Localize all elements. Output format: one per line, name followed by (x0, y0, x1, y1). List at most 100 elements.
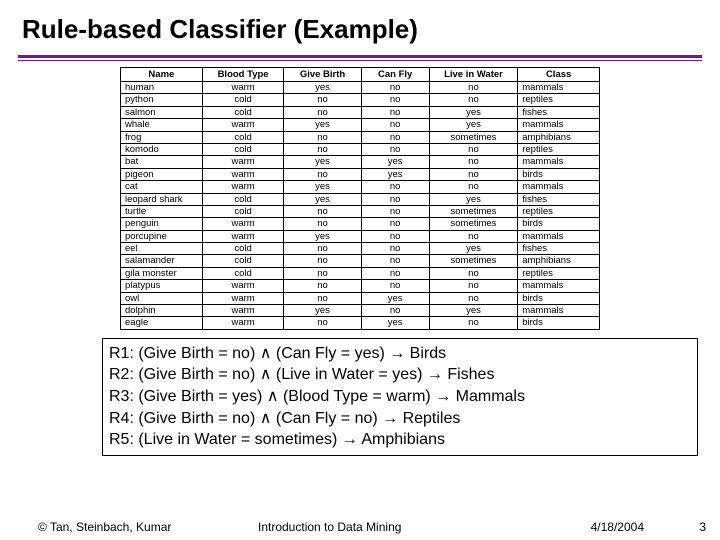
table-cell: cold (202, 143, 284, 155)
table-row: turtlecoldnonosometimesreptiles (121, 205, 600, 217)
table-cell: no (361, 193, 429, 205)
table-cell: human (121, 82, 203, 94)
table-cell: warm (202, 119, 284, 131)
table-cell: cold (202, 106, 284, 118)
data-table-container: NameBlood TypeGive BirthCan FlyLive in W… (120, 67, 600, 330)
table-row: owlwarmnoyesnobirds (121, 292, 600, 304)
table-cell: reptiles (518, 143, 600, 155)
table-cell: no (361, 82, 429, 94)
table-row: whalewarmyesnoyesmammals (121, 119, 600, 131)
table-cell: yes (429, 119, 518, 131)
table-cell: yes (284, 181, 361, 193)
rule-line: R4: (Give Birth = no) ∧ (Can Fly = no) →… (109, 408, 691, 430)
table-cell: no (429, 230, 518, 242)
table-row: frogcoldnonosometimesamphibians (121, 131, 600, 143)
table-cell: mammals (518, 280, 600, 292)
table-cell: amphibians (518, 131, 600, 143)
table-cell: no (429, 94, 518, 106)
table-cell: no (361, 280, 429, 292)
table-cell: sometimes (429, 218, 518, 230)
table-row: catwarmyesnonomammals (121, 181, 600, 193)
table-cell: warm (202, 82, 284, 94)
table-cell: no (429, 317, 518, 329)
rule-line: R2: (Give Birth = no) ∧ (Live in Water =… (109, 364, 691, 386)
table-cell: no (429, 82, 518, 94)
table-cell: warm (202, 156, 284, 168)
table-row: komodocoldnononoreptiles (121, 143, 600, 155)
table-cell: mammals (518, 119, 600, 131)
table-cell: yes (284, 156, 361, 168)
table-cell: eagle (121, 317, 203, 329)
table-row: humanwarmyesnonomammals (121, 82, 600, 94)
table-cell: yes (361, 168, 429, 180)
table-cell: warm (202, 181, 284, 193)
table-cell: gila monster (121, 267, 203, 279)
table-cell: cold (202, 255, 284, 267)
table-cell: pigeon (121, 168, 203, 180)
table-cell: leopard shark (121, 193, 203, 205)
rule-line: R5: (Live in Water = sometimes) → Amphib… (109, 429, 691, 451)
table-cell: yes (284, 82, 361, 94)
table-cell: fishes (518, 106, 600, 118)
table-header: Give Birth (284, 68, 361, 82)
table-cell: no (284, 131, 361, 143)
table-cell: no (284, 280, 361, 292)
rules-block: R1: (Give Birth = no) ∧ (Can Fly = yes) … (102, 338, 698, 456)
table-cell: dolphin (121, 305, 203, 317)
table-header: Blood Type (202, 68, 284, 82)
table-cell: eel (121, 243, 203, 255)
table-cell: fishes (518, 243, 600, 255)
table-cell: no (284, 94, 361, 106)
title-underline (18, 55, 702, 61)
table-header: Name (121, 68, 203, 82)
table-cell: platypus (121, 280, 203, 292)
table-cell: yes (429, 243, 518, 255)
table-cell: warm (202, 292, 284, 304)
table-cell: no (284, 267, 361, 279)
table-cell: sometimes (429, 255, 518, 267)
table-cell: cold (202, 267, 284, 279)
table-row: pythoncoldnononoreptiles (121, 94, 600, 106)
slide-title: Rule-based Classifier (Example) (0, 0, 720, 49)
table-row: eelcoldnonoyesfishes (121, 243, 600, 255)
table-cell: no (361, 106, 429, 118)
table-cell: salamander (121, 255, 203, 267)
footer-copyright: © Tan, Steinbach, Kumar (38, 520, 258, 534)
table-cell: warm (202, 230, 284, 242)
table-header: Class (518, 68, 600, 82)
table-cell: amphibians (518, 255, 600, 267)
table-cell: warm (202, 168, 284, 180)
table-cell: no (361, 181, 429, 193)
table-cell: no (361, 243, 429, 255)
table-cell: no (361, 143, 429, 155)
table-cell: no (284, 168, 361, 180)
table-cell: birds (518, 168, 600, 180)
table-row: platypuswarmnononomammals (121, 280, 600, 292)
table-cell: cold (202, 131, 284, 143)
table-cell: no (284, 205, 361, 217)
table-cell: no (284, 218, 361, 230)
table-cell: yes (361, 156, 429, 168)
table-cell: sometimes (429, 131, 518, 143)
table-cell: reptiles (518, 94, 600, 106)
table-cell: no (429, 181, 518, 193)
table-cell: whale (121, 119, 203, 131)
table-row: pigeonwarmnoyesnobirds (121, 168, 600, 180)
table-cell: no (429, 156, 518, 168)
table-cell: no (361, 230, 429, 242)
table-cell: warm (202, 305, 284, 317)
table-cell: komodo (121, 143, 203, 155)
table-cell: mammals (518, 230, 600, 242)
table-cell: cold (202, 94, 284, 106)
table-cell: no (361, 218, 429, 230)
table-cell: yes (429, 305, 518, 317)
table-row: porcupinewarmyesnonomammals (121, 230, 600, 242)
table-row: salmoncoldnonoyesfishes (121, 106, 600, 118)
table-cell: mammals (518, 82, 600, 94)
table-cell: no (361, 255, 429, 267)
table-cell: yes (429, 106, 518, 118)
footer: © Tan, Steinbach, Kumar Introduction to … (0, 520, 720, 534)
table-cell: warm (202, 317, 284, 329)
table-cell: no (284, 243, 361, 255)
table-cell: yes (284, 193, 361, 205)
